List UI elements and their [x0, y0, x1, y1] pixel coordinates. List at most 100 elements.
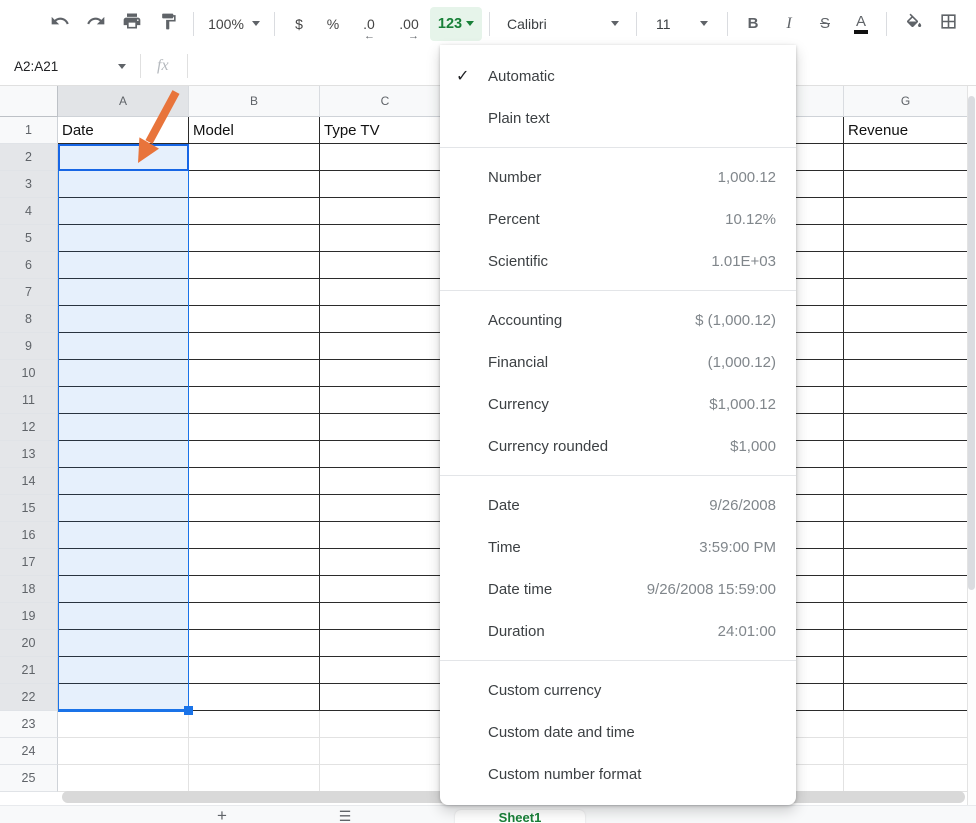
cell-A17[interactable] — [58, 549, 189, 576]
cell-A3[interactable] — [58, 171, 189, 198]
row-header-2[interactable]: 2 — [0, 144, 58, 171]
cell-G22[interactable] — [844, 684, 968, 711]
menu-item-percent[interactable]: Percent10.12% — [440, 198, 796, 240]
cell-G6[interactable] — [844, 252, 968, 279]
cell-C3[interactable] — [320, 171, 451, 198]
menu-item-duration[interactable]: Duration24:01:00 — [440, 610, 796, 652]
menu-item-accounting[interactable]: Accounting$ (1,000.12) — [440, 299, 796, 341]
cell-B6[interactable] — [189, 252, 320, 279]
format-currency-button[interactable]: $ — [282, 7, 316, 41]
cell-G18[interactable] — [844, 576, 968, 603]
menu-item-automatic[interactable]: ✓Automatic — [440, 55, 796, 97]
cell-G1[interactable]: Revenue — [844, 117, 968, 144]
cell-C12[interactable] — [320, 414, 451, 441]
cell-G2[interactable] — [844, 144, 968, 171]
row-header-6[interactable]: 6 — [0, 252, 58, 279]
cell-C4[interactable] — [320, 198, 451, 225]
cell-A25[interactable] — [58, 765, 189, 792]
cell-A13[interactable] — [58, 441, 189, 468]
cell-C15[interactable] — [320, 495, 451, 522]
number-format-button[interactable]: 123 — [430, 7, 482, 41]
cell-A21[interactable] — [58, 657, 189, 684]
bold-button[interactable]: B — [735, 7, 771, 41]
cell-C24[interactable] — [320, 738, 451, 765]
cell-G21[interactable] — [844, 657, 968, 684]
cell-B15[interactable] — [189, 495, 320, 522]
menu-item-time[interactable]: Time3:59:00 PM — [440, 526, 796, 568]
cell-B12[interactable] — [189, 414, 320, 441]
row-header-19[interactable]: 19 — [0, 603, 58, 630]
cell-G7[interactable] — [844, 279, 968, 306]
row-header-20[interactable]: 20 — [0, 630, 58, 657]
cell-C16[interactable] — [320, 522, 451, 549]
all-sheets-button[interactable]: ☰ — [333, 808, 357, 823]
cell-G5[interactable] — [844, 225, 968, 252]
cell-B5[interactable] — [189, 225, 320, 252]
cell-B21[interactable] — [189, 657, 320, 684]
font-family-control[interactable]: Calibri — [497, 7, 629, 41]
cell-A2[interactable] — [58, 144, 189, 171]
select-all-corner[interactable] — [0, 86, 58, 117]
decrease-decimals-button[interactable]: .0 ← — [350, 7, 388, 41]
menu-item-plain-text[interactable]: Plain text — [440, 97, 796, 139]
menu-item-date[interactable]: Date9/26/2008 — [440, 484, 796, 526]
menu-item-custom-date-and-time[interactable]: Custom date and time — [440, 711, 796, 753]
row-header-13[interactable]: 13 — [0, 441, 58, 468]
cell-B14[interactable] — [189, 468, 320, 495]
font-size-control[interactable]: 11 — [644, 7, 720, 41]
vertical-scrollbar[interactable] — [968, 96, 975, 590]
paint-format-button[interactable] — [150, 7, 186, 41]
cell-B22[interactable] — [189, 684, 320, 711]
cell-G4[interactable] — [844, 198, 968, 225]
row-header-21[interactable]: 21 — [0, 657, 58, 684]
cell-B23[interactable] — [189, 711, 320, 738]
cell-A22[interactable] — [58, 684, 189, 711]
cell-C23[interactable] — [320, 711, 451, 738]
cell-G13[interactable] — [844, 441, 968, 468]
cell-A1[interactable]: Date — [58, 117, 189, 144]
italic-button[interactable]: I — [771, 7, 807, 41]
cell-B13[interactable] — [189, 441, 320, 468]
column-header-G[interactable]: G — [844, 86, 968, 117]
cell-C5[interactable] — [320, 225, 451, 252]
strikethrough-button[interactable]: S — [807, 7, 843, 41]
row-header-11[interactable]: 11 — [0, 387, 58, 414]
cell-A23[interactable] — [58, 711, 189, 738]
cell-B18[interactable] — [189, 576, 320, 603]
cell-G9[interactable] — [844, 333, 968, 360]
add-sheet-button[interactable]: + — [210, 808, 234, 823]
cell-G25[interactable] — [844, 765, 968, 792]
row-header-5[interactable]: 5 — [0, 225, 58, 252]
row-header-23[interactable]: 23 — [0, 711, 58, 738]
cell-C10[interactable] — [320, 360, 451, 387]
undo-button[interactable] — [42, 7, 78, 41]
name-box[interactable]: A2:A21 — [0, 59, 140, 74]
column-header-B[interactable]: B — [189, 86, 320, 117]
cell-C25[interactable] — [320, 765, 451, 792]
cell-C1[interactable]: Type TV — [320, 117, 451, 144]
cell-A9[interactable] — [58, 333, 189, 360]
menu-item-custom-currency[interactable]: Custom currency — [440, 669, 796, 711]
cell-A19[interactable] — [58, 603, 189, 630]
cell-C7[interactable] — [320, 279, 451, 306]
cell-G14[interactable] — [844, 468, 968, 495]
cell-G11[interactable] — [844, 387, 968, 414]
cell-A14[interactable] — [58, 468, 189, 495]
cell-B25[interactable] — [189, 765, 320, 792]
cell-B7[interactable] — [189, 279, 320, 306]
cell-B3[interactable] — [189, 171, 320, 198]
row-header-18[interactable]: 18 — [0, 576, 58, 603]
cell-B8[interactable] — [189, 306, 320, 333]
cell-A10[interactable] — [58, 360, 189, 387]
cell-A12[interactable] — [58, 414, 189, 441]
menu-item-financial[interactable]: Financial(1,000.12) — [440, 341, 796, 383]
column-header-C[interactable]: C — [320, 86, 451, 117]
print-button[interactable] — [114, 7, 150, 41]
cell-B4[interactable] — [189, 198, 320, 225]
menu-item-scientific[interactable]: Scientific1.01E+03 — [440, 240, 796, 282]
menu-item-currency[interactable]: Currency$1,000.12 — [440, 383, 796, 425]
cell-C8[interactable] — [320, 306, 451, 333]
cell-C9[interactable] — [320, 333, 451, 360]
cell-B2[interactable] — [189, 144, 320, 171]
cell-A11[interactable] — [58, 387, 189, 414]
